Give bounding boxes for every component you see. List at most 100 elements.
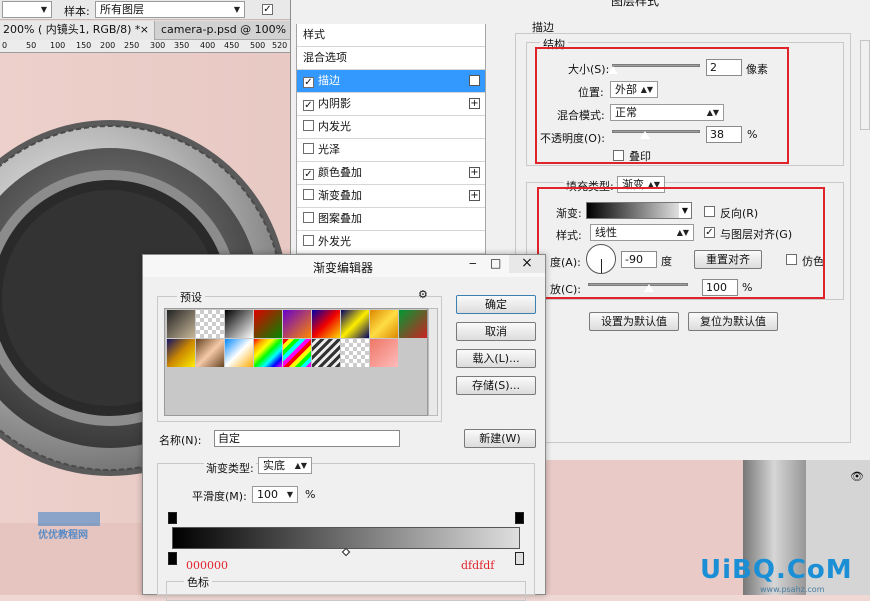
smoothness-label: 平滑度(M):: [192, 490, 247, 503]
eye-icon[interactable]: 👁: [850, 470, 864, 483]
preset-swatch[interactable]: [399, 310, 427, 338]
gradient-editor-titlebar: 渐变编辑器 ‒ □ ×: [143, 255, 545, 277]
style-item-outer-glow[interactable]: 外发光: [297, 231, 485, 254]
document-tabs: 200% ( 内镜头1, RGB/8) * × camera-p.psd @ 1…: [0, 21, 290, 40]
preset-swatch[interactable]: [167, 310, 195, 338]
watermark-text: UiBQ.CoM: [700, 555, 853, 585]
preset-swatch[interactable]: [370, 310, 398, 338]
style-item-inner-shadow[interactable]: ✓ 内阴影 +: [297, 93, 485, 116]
sample-dropdown[interactable]: 所有图层 ▼: [95, 1, 245, 18]
opacity-stop-right[interactable]: [515, 512, 524, 524]
preset-swatch[interactable]: [254, 310, 282, 338]
styles-header[interactable]: 样式: [297, 24, 485, 47]
dialog-title: 图层样式: [611, 0, 660, 8]
watermark-left-text: 优优教程网: [38, 530, 88, 541]
presets-label: 预设: [177, 289, 205, 305]
stops-label: 色标: [184, 574, 212, 590]
options-bar: ▼ 样本: 所有图层 ▼ ✓: [0, 0, 290, 20]
watermark: UiBQ.CoM: [700, 555, 853, 585]
tab-document-2[interactable]: camera-p.psd @ 100% (: [157, 21, 290, 40]
set-default-button[interactable]: 设置为默认值: [589, 312, 679, 331]
style-item-stroke[interactable]: ✓ 描边 +: [297, 70, 485, 93]
name-input[interactable]: 自定: [214, 430, 400, 447]
color-stop-right[interactable]: [515, 552, 524, 565]
ruler: 0 50 100 150 200 250 300 350 400 450 500…: [0, 40, 290, 53]
chevron-down-icon: ▲▼: [294, 461, 307, 470]
style-item-satin[interactable]: 光泽: [297, 139, 485, 162]
stops-group: [166, 581, 526, 601]
preset-swatch[interactable]: [283, 310, 311, 338]
close-icon[interactable]: ×: [509, 255, 545, 273]
add-icon[interactable]: +: [469, 167, 480, 178]
add-icon[interactable]: +: [469, 98, 480, 109]
preset-swatch[interactable]: [254, 339, 282, 367]
style-item-pattern-overlay[interactable]: 图案叠加: [297, 208, 485, 231]
gradient-preview-bar[interactable]: [172, 527, 520, 549]
outer-glow-checkbox[interactable]: [303, 235, 314, 246]
style-item-inner-glow[interactable]: 内发光: [297, 116, 485, 139]
preset-swatch[interactable]: [370, 339, 398, 367]
inner-shadow-checkbox[interactable]: ✓: [303, 100, 314, 111]
close-icon[interactable]: ×: [140, 21, 149, 39]
preset-swatch[interactable]: [341, 339, 369, 367]
sample-label: 样本:: [64, 5, 90, 18]
style-item-gradient-overlay[interactable]: 渐变叠加 +: [297, 185, 485, 208]
gradient-editor-title: 渐变编辑器: [313, 261, 374, 275]
stroke-checkbox[interactable]: ✓: [303, 77, 314, 88]
ruler-label: 500: [250, 41, 266, 50]
ruler-label: 520: [272, 41, 288, 50]
ok-button[interactable]: 确定: [456, 295, 536, 314]
maximize-icon[interactable]: □: [490, 256, 501, 270]
watermark-left: 优优教程网: [38, 512, 118, 542]
ruler-label: 450: [224, 41, 240, 50]
ruler-label: 0: [2, 41, 8, 50]
name-label: 名称(N):: [159, 434, 202, 447]
preset-swatch[interactable]: [167, 339, 195, 367]
watermark-subtext: www.psahz.com: [760, 585, 825, 594]
preset-swatch[interactable]: [283, 339, 311, 367]
gradient-type-dropdown[interactable]: 实底 ▲▼: [258, 457, 312, 474]
preset-swatch[interactable]: [196, 310, 224, 338]
gradient-type-label: 渐变类型:: [204, 460, 256, 476]
right-color-hex: dfdfdf: [461, 559, 495, 572]
color-overlay-checkbox[interactable]: ✓: [303, 169, 314, 180]
ruler-label: 100: [50, 41, 66, 50]
smoothness-unit: %: [305, 488, 316, 501]
toolbar-checkbox[interactable]: ✓: [262, 4, 273, 15]
preset-swatch[interactable]: [225, 339, 253, 367]
add-icon[interactable]: +: [469, 190, 480, 201]
tab-document-1[interactable]: 200% ( 内镜头1, RGB/8) * ×: [0, 21, 155, 40]
new-button[interactable]: 新建(W): [464, 429, 536, 448]
load-button[interactable]: 载入(L)...: [456, 349, 536, 368]
ruler-label: 250: [124, 41, 140, 50]
ruler-label: 400: [200, 41, 216, 50]
chevron-down-icon: ▼: [233, 5, 240, 14]
preset-swatch[interactable]: [225, 310, 253, 338]
color-stop-left[interactable]: [168, 552, 177, 565]
inner-glow-checkbox[interactable]: [303, 120, 314, 131]
gear-icon[interactable]: ⚙: [418, 288, 428, 301]
opacity-stop-left[interactable]: [168, 512, 177, 524]
dialog-scrollbar[interactable]: [860, 40, 870, 130]
satin-checkbox[interactable]: [303, 143, 314, 154]
add-icon[interactable]: +: [469, 75, 480, 86]
preset-swatch[interactable]: [196, 339, 224, 367]
preset-swatch[interactable]: [341, 310, 369, 338]
style-item-color-overlay[interactable]: ✓ 颜色叠加 +: [297, 162, 485, 185]
gradient-overlay-checkbox[interactable]: [303, 189, 314, 200]
chevron-down-icon: ▼: [286, 490, 293, 499]
ruler-label: 150: [76, 41, 92, 50]
presets-scrollbar[interactable]: [428, 308, 438, 416]
watermark-logo: [38, 512, 100, 526]
preset-swatch[interactable]: [312, 310, 340, 338]
tool-preset-dropdown[interactable]: ▼: [2, 1, 52, 18]
smoothness-input[interactable]: 100 ▼: [252, 486, 298, 503]
save-button[interactable]: 存储(S)...: [456, 376, 536, 395]
ruler-label: 300: [150, 41, 166, 50]
pattern-overlay-checkbox[interactable]: [303, 212, 314, 223]
cancel-button[interactable]: 取消: [456, 322, 536, 341]
preset-swatch[interactable]: [312, 339, 340, 367]
reset-default-button[interactable]: 复位为默认值: [688, 312, 778, 331]
style-item-blending-options[interactable]: 混合选项: [297, 47, 485, 70]
minimize-icon[interactable]: ‒: [469, 256, 477, 270]
